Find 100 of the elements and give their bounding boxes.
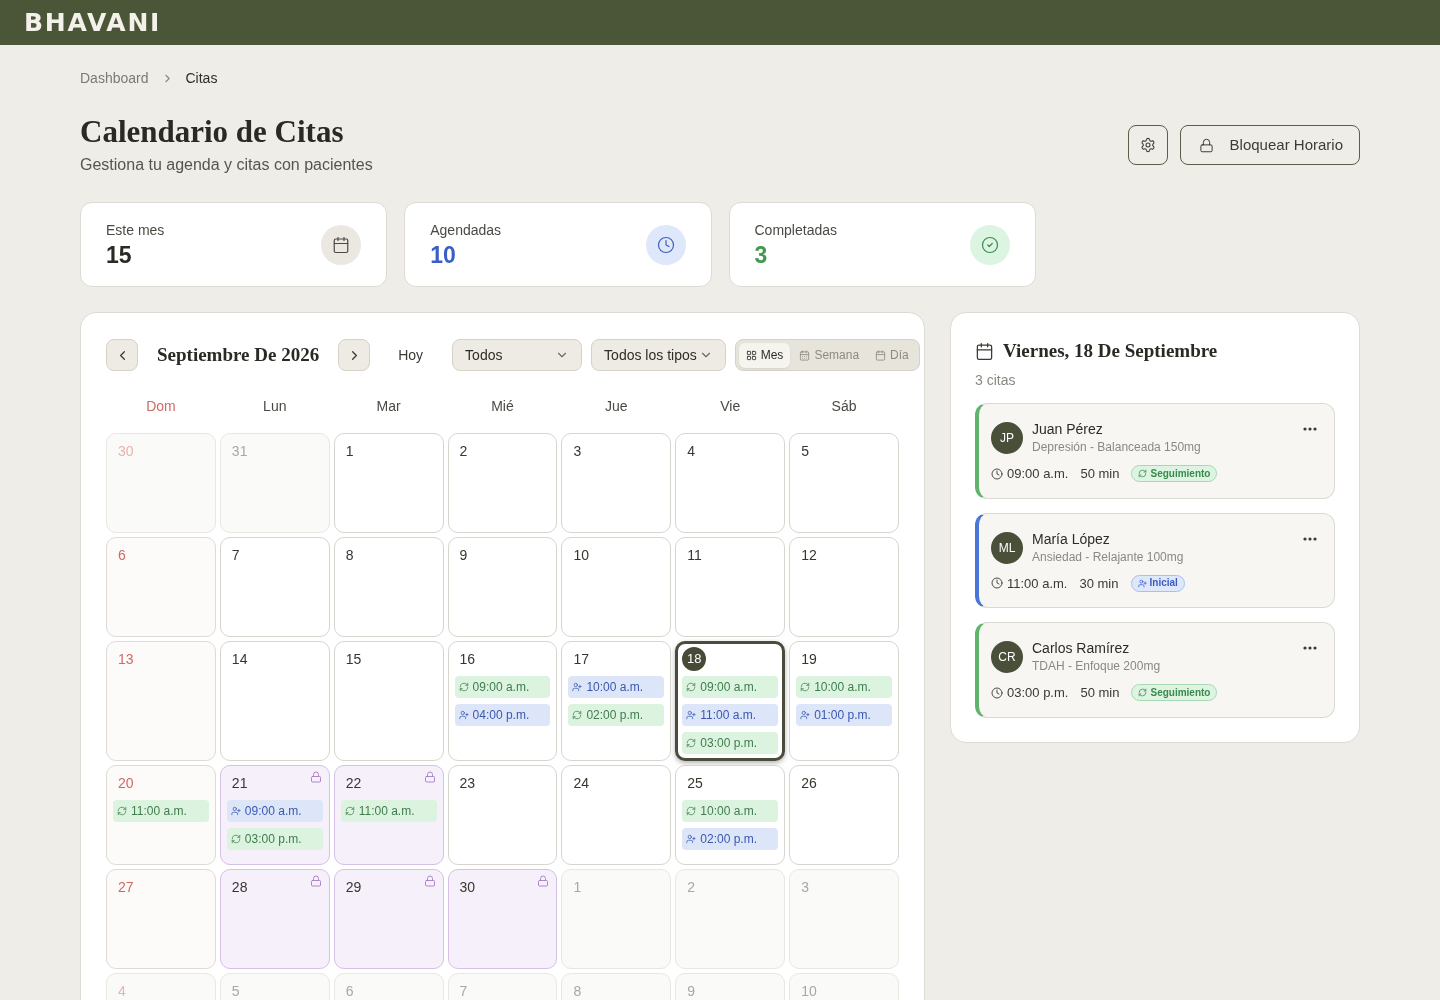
- day-cell[interactable]: 5: [789, 433, 899, 533]
- page-title: Calendario de Citas: [80, 114, 345, 150]
- day-cell[interactable]: 4: [675, 433, 786, 533]
- day-number: 24: [572, 775, 590, 791]
- appointment-chip[interactable]: 03:00 p.m.: [226, 828, 323, 850]
- day-number: 11: [686, 547, 703, 563]
- day-cell[interactable]: 3: [561, 433, 672, 533]
- filter-dropdown[interactable]: Todos los tipos: [591, 339, 726, 371]
- settings-button[interactable]: [1127, 125, 1168, 165]
- day-cell[interactable]: 9: [447, 537, 558, 637]
- day-cell[interactable]: 26: [789, 765, 899, 865]
- day-number: 1: [344, 443, 355, 459]
- weekday-label: Mié: [490, 397, 515, 416]
- day-cell[interactable]: 20 11:00 a.m.: [106, 765, 216, 865]
- more-button[interactable]: [1302, 645, 1318, 651]
- weekday-label: Mar: [375, 397, 402, 416]
- appointment-chip[interactable]: 10:00 a.m.: [796, 676, 892, 698]
- day-number: 23: [458, 775, 477, 791]
- day-cell[interactable]: 24: [561, 765, 672, 865]
- brand-logo[interactable]: BHAVANI: [24, 10, 162, 35]
- appointment-chip[interactable]: 11:00 a.m.: [113, 800, 209, 822]
- appointment-count: 3 citas: [975, 371, 1017, 390]
- day-number: 20: [117, 775, 135, 791]
- day-cell[interactable]: 22 11:00 a.m.: [333, 765, 444, 865]
- more-button[interactable]: [1302, 535, 1318, 542]
- day-number: 30: [458, 879, 477, 895]
- appointment-duration: 50 min: [1080, 684, 1120, 702]
- appointment-chip[interactable]: 03:00 p.m.: [682, 732, 779, 754]
- day-number: 4: [686, 443, 697, 459]
- day-number: 7: [230, 547, 241, 563]
- day-number: 1: [572, 879, 583, 895]
- day-cell[interactable]: 29: [333, 869, 444, 969]
- day-cell[interactable]: 30: [447, 869, 558, 969]
- day-number: 15: [344, 651, 363, 667]
- day-number: 6: [344, 983, 355, 999]
- lock-icon: [1198, 137, 1214, 153]
- filter-dropdown[interactable]: Todos: [452, 339, 583, 371]
- day-cell[interactable]: 10: [561, 537, 672, 637]
- more-button[interactable]: [1302, 426, 1318, 432]
- day-cell[interactable]: 12: [789, 537, 899, 637]
- appointment-chip[interactable]: 11:00 a.m.: [682, 704, 779, 726]
- day-cell[interactable]: 25 10:00 a.m. 02:00 p.m.: [675, 765, 786, 865]
- day-cell[interactable]: 18 09:00 a.m. 11:00 a.m. 03:00 p.m.: [675, 641, 786, 761]
- appointment-chip[interactable]: 11:00 a.m.: [340, 800, 437, 822]
- badge-label: Seguimiento: [1150, 468, 1211, 479]
- day-cell[interactable]: 14: [219, 641, 330, 761]
- stat-label: Completadas: [754, 220, 837, 240]
- lock-icon: [423, 771, 436, 783]
- breadcrumb-link[interactable]: Dashboard: [80, 67, 149, 89]
- day-cell[interactable]: 17 10:00 a.m. 02:00 p.m.: [561, 641, 672, 761]
- appointment-chip[interactable]: 10:00 a.m.: [568, 676, 665, 698]
- day-cell[interactable]: 23: [447, 765, 558, 865]
- day-number: 16: [458, 651, 477, 667]
- appointment-chip[interactable]: 09:00 a.m.: [226, 800, 323, 822]
- appointment-chip[interactable]: 10:00 a.m.: [682, 800, 779, 822]
- day-cell[interactable]: 11: [675, 537, 786, 637]
- day-number: 10: [800, 983, 818, 999]
- day-number: 12: [800, 547, 818, 563]
- stat-label: Este mes: [106, 220, 165, 240]
- appointment-duration: 30 min: [1079, 574, 1119, 593]
- today-button[interactable]: Hoy: [386, 339, 436, 371]
- day-cell[interactable]: 28: [219, 869, 330, 969]
- appointment-card[interactable]: JP Juan Pérez Depresión - Balanceada 150mg 09:00 a.m. 50 min Seguimiento: [975, 403, 1335, 499]
- day-cell[interactable]: 13: [106, 641, 216, 761]
- day-cell[interactable]: 1: [333, 433, 444, 533]
- day-cell[interactable]: 19 10:00 a.m. 01:00 p.m.: [789, 641, 899, 761]
- appointment-card[interactable]: ML María López Ansiedad - Relajante 100mg 11:00 a.m. 30 min Inicial: [975, 512, 1335, 608]
- appointment-chip[interactable]: 04:00 p.m.: [454, 704, 551, 726]
- refresh-icon: [117, 806, 127, 816]
- day-cell[interactable]: 15: [333, 641, 444, 761]
- view-tab[interactable]: Mes: [738, 342, 791, 368]
- day-number: 3: [572, 443, 583, 459]
- block-schedule-button[interactable]: Bloquear Horario: [1179, 125, 1360, 165]
- day-cell[interactable]: 16 09:00 a.m. 04:00 p.m.: [447, 641, 558, 761]
- user-plus-icon: [686, 710, 697, 720]
- calendar-icon: [875, 349, 887, 361]
- ellipsis-icon: [1303, 646, 1317, 650]
- breadcrumb-current: Citas: [185, 68, 218, 88]
- appointment-chip[interactable]: 02:00 p.m.: [568, 704, 665, 726]
- appointment-time: 03:00 p.m.: [1007, 684, 1069, 702]
- user-plus-icon: [458, 710, 469, 720]
- appointment-chip[interactable]: 09:00 a.m.: [682, 676, 779, 698]
- user-plus-icon: [1137, 578, 1147, 588]
- day-cell[interactable]: 8: [333, 537, 444, 637]
- clock-icon: [991, 686, 1003, 699]
- day-cell[interactable]: 6: [106, 537, 216, 637]
- user-plus-icon: [686, 834, 697, 844]
- day-number: 31: [230, 443, 249, 459]
- day-cell[interactable]: 27: [106, 869, 216, 969]
- lock-icon: [309, 875, 322, 887]
- day-cell[interactable]: 7: [219, 537, 330, 637]
- day-number: 6: [117, 547, 127, 563]
- appointment-chip[interactable]: 02:00 p.m.: [682, 828, 779, 850]
- appointment-card[interactable]: CR Carlos Ramírez TDAH - Enfoque 200mg 03:00 p.m. 50 min Seguimiento: [975, 622, 1335, 718]
- day-cell[interactable]: 2: [447, 433, 558, 533]
- appointment-chip[interactable]: 09:00 a.m.: [454, 676, 551, 698]
- day-number: 28: [230, 879, 249, 895]
- weekday-label: Dom: [145, 397, 177, 416]
- day-cell[interactable]: 21 09:00 a.m. 03:00 p.m.: [219, 765, 330, 865]
- appointment-chip[interactable]: 01:00 p.m.: [796, 704, 892, 726]
